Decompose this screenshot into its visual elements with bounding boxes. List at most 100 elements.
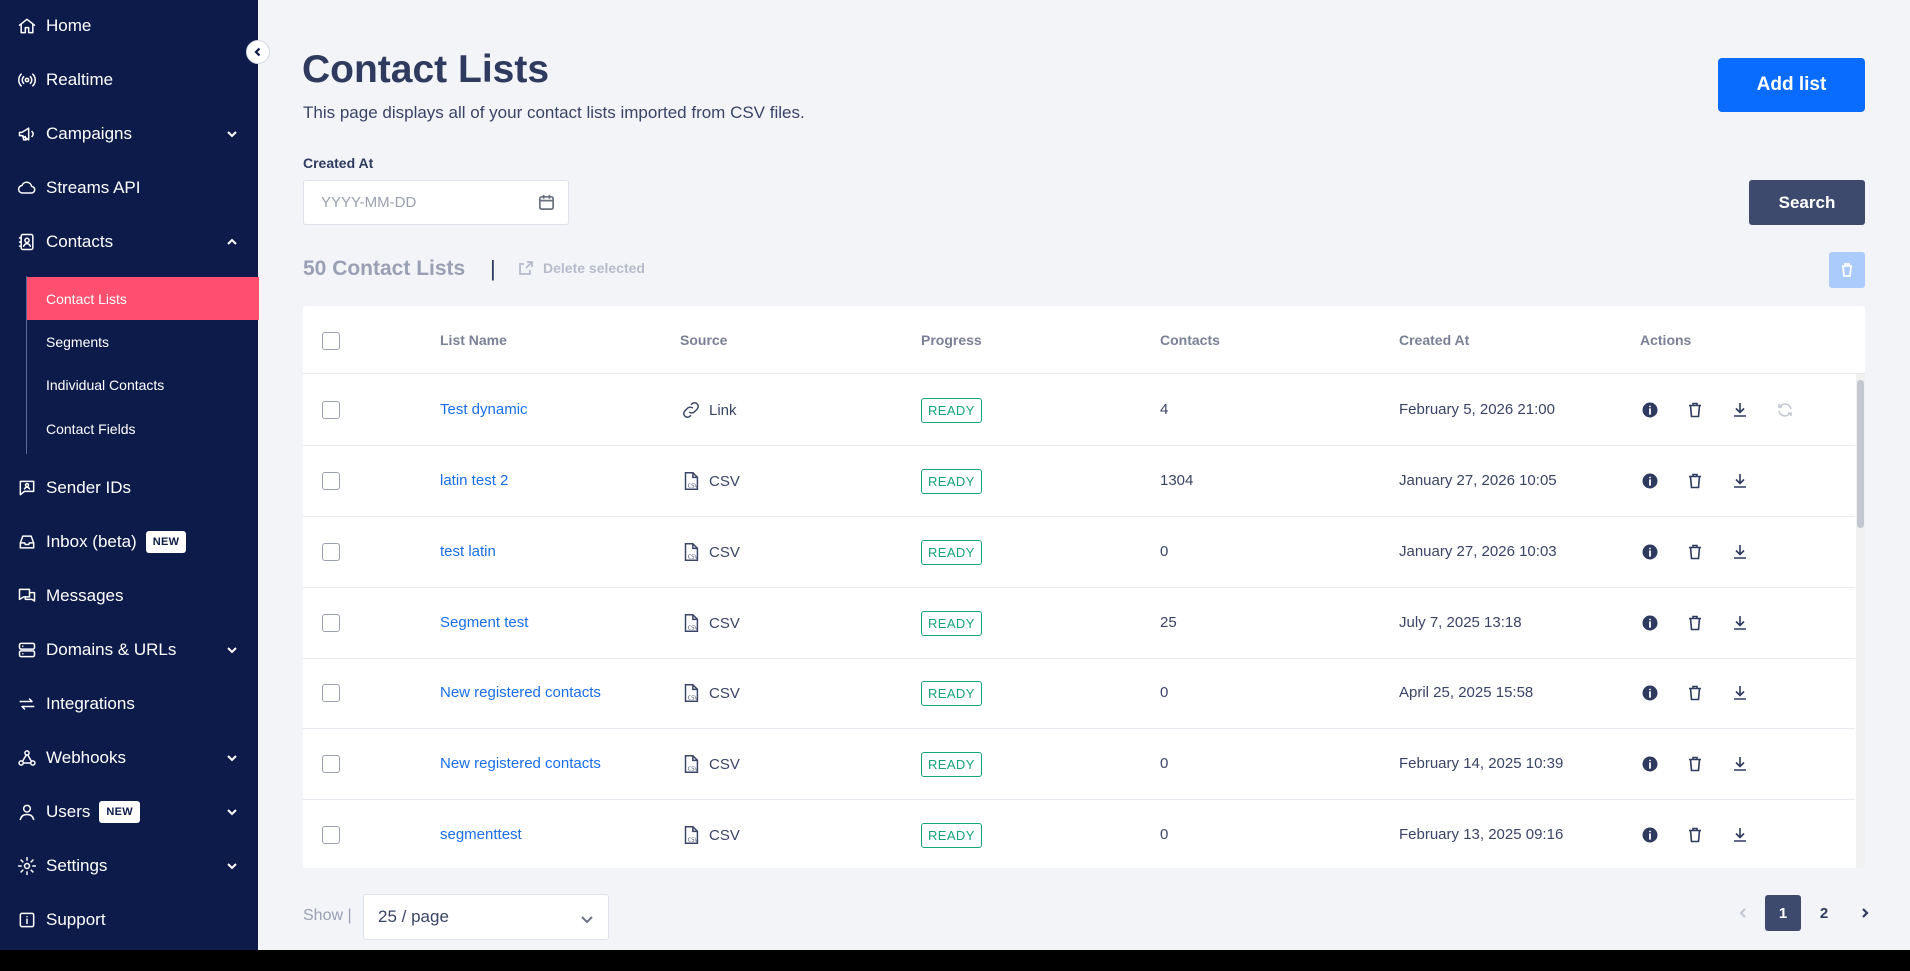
row-actions — [1640, 542, 1775, 562]
column-header-list-name[interactable]: List Name — [440, 332, 507, 348]
list-name-link[interactable]: Segment test — [440, 614, 528, 631]
date-picker — [303, 180, 569, 225]
list-name-link[interactable]: Test dynamic — [440, 401, 528, 418]
calendar-icon[interactable] — [537, 193, 556, 212]
info-icon[interactable] — [1640, 683, 1660, 703]
sidebar-subitem-contact-lists[interactable]: Contact Lists — [27, 277, 259, 320]
info-icon[interactable] — [1640, 613, 1660, 633]
info-icon[interactable] — [1640, 542, 1660, 562]
sidebar-item-home[interactable]: Home — [0, 8, 258, 44]
source-label: CSV — [709, 755, 740, 773]
download-icon[interactable] — [1730, 471, 1750, 491]
next-page-button[interactable] — [1847, 895, 1883, 931]
list-name-link[interactable]: test latin — [440, 543, 496, 560]
prev-page-button[interactable] — [1725, 895, 1761, 931]
inbox-icon — [16, 531, 38, 553]
trash-icon[interactable] — [1685, 825, 1705, 845]
download-icon[interactable] — [1730, 825, 1750, 845]
download-icon[interactable] — [1730, 683, 1750, 703]
source-cell: CSV CSV — [680, 824, 740, 846]
column-header-progress[interactable]: Progress — [921, 332, 982, 348]
row-checkbox[interactable] — [322, 755, 340, 773]
sidebar-subitem-segments[interactable]: Segments — [27, 320, 259, 363]
delete-selected-link[interactable]: Delete selected — [518, 260, 645, 276]
collapse-sidebar-button[interactable] — [246, 40, 270, 64]
row-actions — [1640, 754, 1775, 774]
search-button[interactable]: Search — [1749, 180, 1865, 225]
chevron-down-icon — [226, 751, 238, 763]
trash-icon[interactable] — [1685, 542, 1705, 562]
contacts-count: 0 — [1160, 826, 1169, 843]
created-at-input[interactable] — [304, 181, 534, 224]
sidebar-item-streams-api[interactable]: Streams API — [0, 170, 258, 206]
column-header-source[interactable]: Source — [680, 332, 727, 348]
table-row: Test dynamic Link READY 4 February 5, 20… — [303, 375, 1855, 446]
trash-icon[interactable] — [1685, 613, 1705, 633]
download-icon[interactable] — [1730, 613, 1750, 633]
row-checkbox[interactable] — [322, 472, 340, 490]
created-at: February 5, 2026 21:00 — [1399, 401, 1555, 418]
sidebar-subitem-contact-fields[interactable]: Contact Fields — [27, 407, 259, 450]
sidebar-item-integrations[interactable]: Integrations — [0, 686, 258, 722]
source-label: CSV — [709, 614, 740, 632]
list-name-link[interactable]: segmenttest — [440, 826, 522, 843]
scrollbar-thumb[interactable] — [1857, 380, 1864, 528]
info-icon[interactable] — [1640, 400, 1660, 420]
list-name-link[interactable]: New registered contacts — [440, 684, 601, 701]
add-list-button[interactable]: Add list — [1718, 58, 1865, 112]
source-label: CSV — [709, 826, 740, 844]
select-all-checkbox[interactable] — [322, 332, 340, 350]
sidebar-item-sender-ids[interactable]: Sender IDs — [0, 470, 258, 506]
page-title: Contact Lists — [302, 48, 550, 91]
page-2-button[interactable]: 2 — [1806, 895, 1842, 931]
sidebar-item-campaigns[interactable]: Campaigns — [0, 116, 258, 152]
source-cell: Link — [680, 399, 737, 421]
trash-icon[interactable] — [1685, 754, 1705, 774]
contact-lists-count: 50 Contact Lists — [303, 257, 466, 280]
sidebar-item-users[interactable]: Users NEW — [0, 794, 258, 830]
row-checkbox[interactable] — [322, 684, 340, 702]
created-at: January 27, 2026 10:05 — [1399, 472, 1557, 489]
row-checkbox[interactable] — [322, 543, 340, 561]
info-icon[interactable] — [1640, 825, 1660, 845]
refresh-icon[interactable] — [1775, 400, 1795, 420]
info-icon[interactable] — [1640, 754, 1660, 774]
trash-icon[interactable] — [1685, 400, 1705, 420]
sidebar-item-messages[interactable]: Messages — [0, 578, 258, 614]
chevron-down-icon — [581, 916, 593, 924]
contacts-submenu: Contact Lists Segments Individual Contac… — [26, 276, 259, 454]
table-scrollbar[interactable] — [1856, 374, 1865, 868]
page-1-button[interactable]: 1 — [1765, 895, 1801, 931]
sidebar-item-webhooks[interactable]: Webhooks — [0, 740, 258, 776]
row-checkbox[interactable] — [322, 401, 340, 419]
sidebar-item-contacts[interactable]: Contacts — [0, 224, 258, 260]
source-label: CSV — [709, 684, 740, 702]
bulk-delete-button[interactable] — [1829, 252, 1865, 288]
sidebar-item-settings[interactable]: Settings — [0, 848, 258, 884]
download-icon[interactable] — [1730, 400, 1750, 420]
created-at: April 25, 2025 15:58 — [1399, 684, 1534, 701]
list-name-link[interactable]: latin test 2 — [440, 472, 508, 489]
info-icon[interactable] — [1640, 471, 1660, 491]
download-icon[interactable] — [1730, 542, 1750, 562]
sidebar-item-inbox[interactable]: Inbox (beta) NEW — [0, 524, 258, 560]
sidebar-item-support[interactable]: Support — [0, 902, 258, 938]
csv-file-icon: CSV — [684, 614, 698, 632]
row-checkbox[interactable] — [322, 614, 340, 632]
column-header-contacts[interactable]: Contacts — [1160, 332, 1220, 348]
trash-icon[interactable] — [1685, 683, 1705, 703]
page-size-select[interactable]: 25 / page — [363, 894, 609, 940]
sidebar-subitem-individual-contacts[interactable]: Individual Contacts — [27, 363, 259, 406]
csv-file-icon: CSV — [684, 826, 699, 844]
sidebar-item-domains-urls[interactable]: Domains & URLs — [0, 632, 258, 668]
row-checkbox[interactable] — [322, 826, 340, 844]
sidebar-item-realtime[interactable]: Realtime — [0, 62, 258, 98]
trash-icon[interactable] — [1685, 471, 1705, 491]
sidebar-item-label: Sender IDs — [46, 478, 132, 497]
column-header-created-at[interactable]: Created At — [1399, 332, 1469, 348]
download-icon[interactable] — [1730, 754, 1750, 774]
list-name-link[interactable]: New registered contacts — [440, 755, 601, 772]
svg-text:CSV: CSV — [688, 837, 699, 843]
row-actions — [1640, 613, 1775, 633]
row-actions — [1640, 825, 1775, 845]
